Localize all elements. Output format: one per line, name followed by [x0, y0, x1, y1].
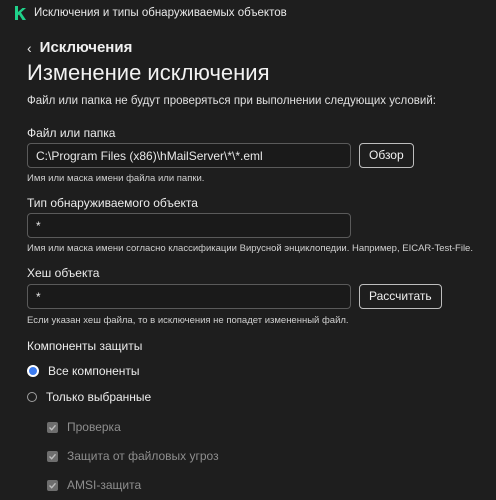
checkbox-amsi-protection-label: AMSI-защита: [67, 478, 142, 492]
checkbox-checked-icon: [47, 421, 58, 433]
radio-selected-only[interactable]: Только выбранные: [27, 390, 151, 404]
calculate-button[interactable]: Рассчитать: [359, 284, 442, 309]
components-label: Компоненты защиты: [27, 339, 143, 353]
page-title: Изменение исключения: [27, 60, 270, 85]
radio-selected-only-label: Только выбранные: [46, 390, 152, 404]
object-type-input[interactable]: [27, 213, 351, 238]
checkbox-checked-icon: [47, 450, 58, 462]
back-link-label: Исключения: [39, 39, 133, 56]
hash-label: Хеш объекта: [27, 266, 100, 280]
hash-hint: Если указан хеш файла, то в исключения н…: [27, 315, 349, 326]
page-description: Файл или папка не будут проверяться при …: [27, 95, 436, 107]
checkbox-scan[interactable]: Проверка: [47, 420, 121, 434]
checkbox-file-threat-protection[interactable]: Защита от файловых угроз: [47, 449, 219, 463]
chevron-left-icon: ‹: [27, 39, 32, 56]
radio-all-components-label: Все компоненты: [48, 364, 140, 378]
browse-button[interactable]: Обзор: [359, 143, 414, 168]
object-type-label: Тип обнаруживаемого объекта: [27, 196, 198, 210]
radio-all-components[interactable]: Все компоненты: [27, 364, 140, 378]
file-label: Файл или папка: [27, 126, 116, 140]
back-link[interactable]: ‹ Исключения: [27, 39, 132, 56]
checkbox-amsi-protection[interactable]: AMSI-защита: [47, 478, 141, 492]
checkbox-scan-label: Проверка: [67, 420, 121, 434]
checkbox-file-threat-protection-label: Защита от файловых угроз: [67, 449, 219, 463]
window-title: Исключения и типы обнаруживаемых объекто…: [34, 7, 287, 19]
object-type-hint: Имя или маска имени согласно классификац…: [27, 243, 473, 254]
kaspersky-logo-icon: [15, 6, 26, 20]
file-path-input[interactable]: [27, 143, 351, 168]
checkbox-checked-icon: [47, 479, 58, 491]
radio-selected-icon: [27, 365, 39, 377]
title-bar: Исключения и типы обнаруживаемых объекто…: [0, 0, 496, 28]
file-hint: Имя или маска имени файла или папки.: [27, 173, 205, 184]
hash-input[interactable]: [27, 284, 351, 309]
radio-unselected-icon: [27, 392, 37, 402]
